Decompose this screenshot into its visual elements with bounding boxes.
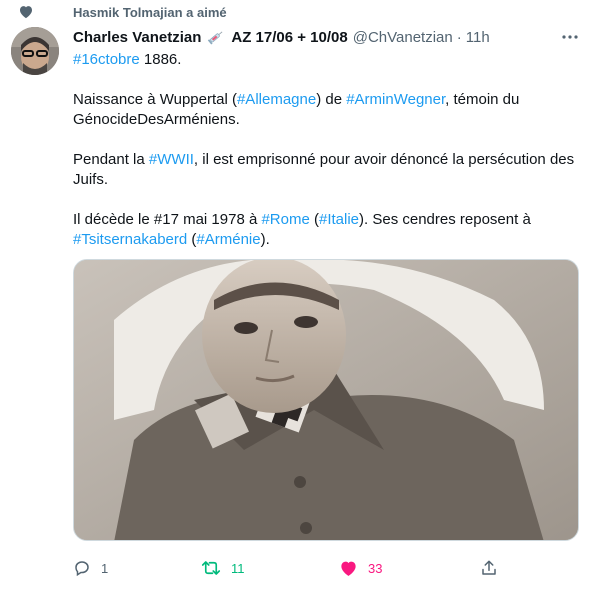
tweet-paragraph: Il décède le #17 mai 1978 à #Rome (#Ital… <box>73 210 583 250</box>
hashtag-link[interactable]: #ArminWegner <box>346 91 445 108</box>
like-button[interactable]: 33 <box>339 556 382 580</box>
hashtag-link[interactable]: #Rome <box>261 211 309 228</box>
tweet-paragraph: Naissance à Wuppertal (#Allemagne) de #A… <box>73 90 583 130</box>
tweet-text-segment: ). Ses cendres reposent à <box>359 211 531 228</box>
like-count: 33 <box>368 560 383 576</box>
tweet-text: #16ctobre 1886. Naissance à Wuppertal (#A… <box>73 50 583 250</box>
hashtag-link[interactable]: #16ctobre <box>73 51 140 68</box>
tweet-text-segment: ) de <box>316 91 347 108</box>
avatar[interactable] <box>11 27 59 75</box>
hashtag-link[interactable]: #Tsitsernakaberd <box>73 231 187 248</box>
heart-icon <box>20 6 32 19</box>
tweet-paragraph: #16ctobre 1886. <box>73 50 583 70</box>
tweet-text-segment: Pendant la <box>73 151 149 168</box>
tweet-text-segment: 1886. <box>139 51 182 68</box>
tweet-text-segment: Il décède le #17 mai 1978 à <box>73 211 262 228</box>
hashtag-link[interactable]: #Arménie <box>196 231 260 248</box>
hashtag-link[interactable]: #WWII <box>149 151 194 168</box>
reply-button[interactable]: 1 <box>73 556 108 580</box>
more-icon[interactable] <box>560 30 580 44</box>
author-name[interactable]: Charles Vanetzian <box>73 29 201 46</box>
share-icon <box>482 560 496 575</box>
reply-count: 1 <box>101 560 109 576</box>
share-button[interactable] <box>480 556 498 580</box>
tweet-time[interactable]: 11h <box>466 29 490 46</box>
author-handle[interactable]: @ChVanetzian <box>353 29 453 46</box>
separator-dot: · <box>456 28 462 46</box>
author-name-suffix[interactable]: AZ 17/06 + 10/08 <box>231 29 347 46</box>
tweet-photo[interactable] <box>73 259 579 541</box>
reply-icon <box>75 561 89 577</box>
retweet-icon <box>201 561 221 575</box>
hashtag-link[interactable]: #Italie <box>319 211 359 228</box>
heart-filled-icon <box>341 561 356 576</box>
retweet-button[interactable]: 11 <box>201 556 245 580</box>
syringe-emoji <box>208 31 223 45</box>
retweet-count: 11 <box>231 560 245 576</box>
tweet-text-segment: ( <box>309 211 319 228</box>
hashtag-link[interactable]: #Allemagne <box>237 91 316 108</box>
tweet-text-segment: ). <box>260 231 270 248</box>
social-context-text[interactable]: Hasmik Tolmajian a aimé <box>73 5 227 20</box>
tweet-header: Charles Vanetzian AZ 17/06 + 10/08 @ChVa… <box>73 27 490 47</box>
tweet-actions: 1 11 33 <box>73 556 583 580</box>
tweet-text-segment: Naissance à Wuppertal ( <box>73 91 237 108</box>
tweet-paragraph: Pendant la #WWII, il est emprisonné pour… <box>73 150 583 190</box>
